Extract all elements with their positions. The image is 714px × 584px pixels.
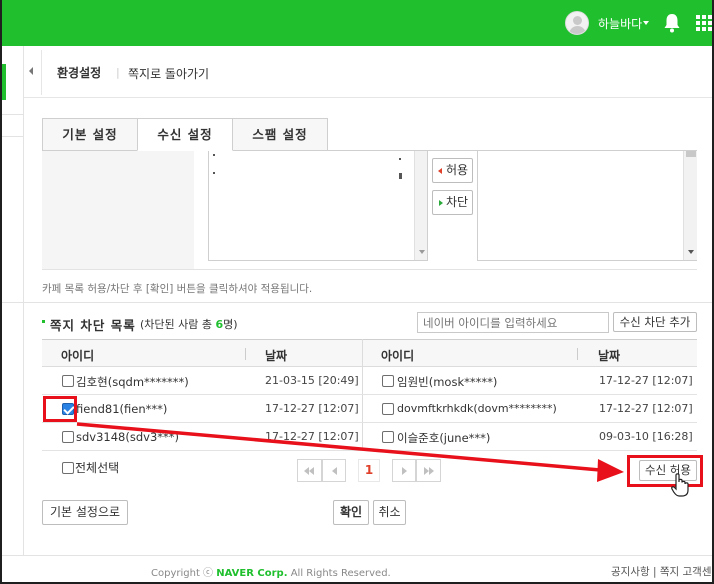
blocked-list-scrollbar[interactable] bbox=[683, 151, 697, 260]
block-cafe-button[interactable]: 차단 bbox=[432, 190, 473, 215]
blocked-user-id: 김호현(sqdm*******) bbox=[76, 375, 189, 389]
collapse-sidebar-icon[interactable] bbox=[29, 67, 33, 75]
row-checkbox[interactable] bbox=[62, 431, 74, 443]
row-checkbox[interactable] bbox=[382, 403, 394, 415]
first-page-button[interactable] bbox=[297, 459, 322, 482]
blocked-user-id: sdv3148(sdv3***) bbox=[76, 430, 180, 444]
username[interactable]: 하늘바다 bbox=[598, 15, 642, 32]
copyright: Copyright ⓒ NAVER Corp. All Rights Reser… bbox=[151, 568, 391, 579]
cafe-list-scrollbar[interactable] bbox=[414, 151, 427, 260]
section-bullet bbox=[42, 320, 45, 323]
blocked-user-id: 임원빈(mosk*****) bbox=[397, 375, 498, 389]
last-page-button[interactable] bbox=[416, 459, 441, 482]
blocked-user-id: dovmftkrhkdk(dovm********) bbox=[397, 402, 557, 415]
cancel-button[interactable]: 취소 bbox=[373, 500, 406, 525]
table-header: 아이디 날짜 아이디 날짜 bbox=[42, 339, 697, 367]
tab-receive-settings[interactable]: 수신 설정 bbox=[137, 118, 233, 151]
breadcrumb-separator: | bbox=[116, 66, 120, 79]
row-checkbox[interactable] bbox=[62, 375, 74, 387]
add-block-button[interactable]: 수신 차단 추가 bbox=[613, 312, 697, 332]
arrow-left-icon bbox=[438, 168, 442, 174]
annotation-highlight-checkbox bbox=[43, 396, 77, 422]
user-avatar-icon[interactable] bbox=[565, 11, 589, 35]
select-all-label[interactable]: 전체선택 bbox=[75, 459, 119, 476]
hand-cursor-icon bbox=[671, 473, 689, 497]
reset-default-button[interactable]: 기본 설정으로 bbox=[42, 500, 128, 525]
table-row: sdv3148(sdv3***) 17-12-27 [12:07] 이슬준호(j… bbox=[42, 423, 697, 451]
allow-cafe-button[interactable]: 허용 bbox=[432, 158, 473, 183]
row-checkbox[interactable] bbox=[382, 375, 394, 387]
apps-grid-icon[interactable] bbox=[696, 15, 712, 31]
confirm-button[interactable]: 확인 bbox=[333, 500, 369, 525]
naver-id-input[interactable] bbox=[417, 312, 609, 333]
blocked-date: 17-12-27 [12:07] bbox=[265, 430, 359, 443]
table-row: 김호현(sqdm*******) 21-03-15 [20:49] 임원빈(mo… bbox=[42, 367, 697, 395]
column-header-date: 날짜 bbox=[265, 349, 288, 363]
blocked-date: 09-03-10 [16:28] bbox=[599, 430, 693, 443]
column-header-id: 아이디 bbox=[61, 349, 95, 363]
block-cafe-label: 차단 bbox=[445, 195, 469, 209]
naver-corp-link[interactable]: NAVER Corp. bbox=[216, 568, 287, 579]
column-header-date-2: 날짜 bbox=[598, 349, 621, 363]
arrow-right-icon bbox=[439, 200, 443, 206]
cafe-list-label-area bbox=[42, 151, 194, 269]
bell-icon[interactable] bbox=[663, 13, 681, 33]
caret-down-icon[interactable] bbox=[643, 21, 649, 25]
block-count-text: (차단된 사람 총 6명) bbox=[140, 318, 238, 331]
blocked-date: 21-03-15 [20:49] bbox=[265, 374, 359, 387]
column-header-id-2: 아이디 bbox=[381, 349, 415, 363]
footer-links[interactable]: 공지사항 | 쪽지 고객센 bbox=[611, 564, 712, 579]
tab-spam-settings[interactable]: 스팸 설정 bbox=[232, 118, 328, 151]
apply-notice: 카페 목록 허용/차단 후 [확인] 버튼을 클릭하셔야 적용됩니다. bbox=[42, 283, 313, 295]
blocked-date: 17-12-27 [12:07] bbox=[599, 374, 693, 387]
allow-cafe-label: 허용 bbox=[445, 163, 469, 177]
top-bar: 하늘바다 bbox=[0, 0, 714, 46]
page-number[interactable]: 1 bbox=[358, 459, 380, 482]
back-to-messages-link[interactable]: 쪽지로 돌아가기 bbox=[128, 65, 209, 82]
cafe-list-blocked[interactable] bbox=[477, 151, 697, 261]
row-checkbox[interactable] bbox=[382, 431, 394, 443]
left-sidebar bbox=[0, 46, 24, 556]
prev-page-button[interactable] bbox=[322, 459, 346, 482]
table-row: fiend81(fien***) 17-12-27 [12:07] dovmft… bbox=[42, 395, 697, 423]
cafe-list-all[interactable] bbox=[208, 151, 428, 261]
block-list-title: 쪽지 차단 목록 bbox=[50, 318, 136, 333]
blocked-date: 17-12-27 [12:07] bbox=[599, 402, 693, 415]
next-page-button[interactable] bbox=[392, 459, 416, 482]
page-title: 환경설정 bbox=[57, 66, 102, 80]
blocked-user-id: 이슬준호(june***) bbox=[397, 431, 491, 445]
blocked-date: 17-12-27 [12:07] bbox=[265, 402, 359, 415]
sidebar-active-indicator bbox=[0, 64, 6, 100]
tab-basic-settings[interactable]: 기본 설정 bbox=[42, 118, 138, 151]
blocked-user-id: fiend81(fien***) bbox=[76, 402, 168, 416]
select-all-checkbox[interactable] bbox=[62, 462, 74, 474]
